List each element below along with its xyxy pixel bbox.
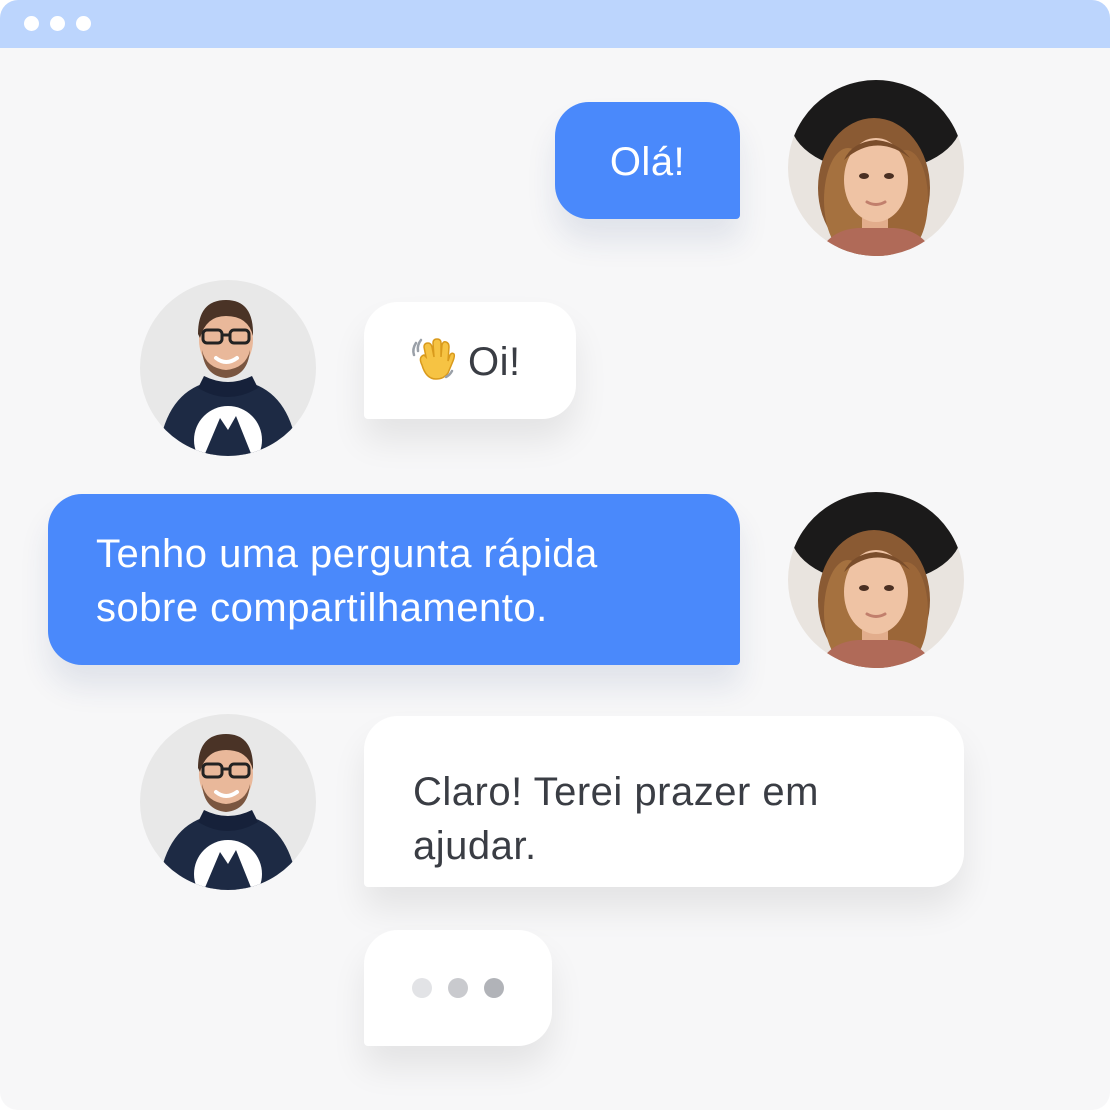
woman-avatar [788,80,964,256]
window-dot[interactable] [24,16,39,31]
window-titlebar [0,0,1110,48]
typing-dot [484,978,504,998]
window-dot[interactable] [50,16,65,31]
chat-window: Olá! Oi! Tenho uma pergunta rápida sobre… [0,0,1110,1110]
incoming-message-bubble: Claro! Terei prazer em ajudar. [364,716,964,887]
message-text-line: Claro! Terei prazer em [413,770,819,814]
incoming-message-bubble: Oi! [364,302,576,419]
message-text: Oi! [468,340,521,384]
man-avatar [140,280,316,456]
typing-dot [412,978,432,998]
typing-dot [448,978,468,998]
outgoing-message-bubble: Olá! [555,102,740,219]
message-text-line: sobre compartilhamento. [96,586,548,630]
message-text-line: Tenho uma pergunta rápida [96,532,598,576]
waving-hand-icon [410,335,456,395]
woman-avatar [788,492,964,668]
outgoing-message-bubble: Tenho uma pergunta rápida sobre comparti… [48,494,740,665]
window-dot[interactable] [76,16,91,31]
message-text: Olá! [609,140,686,184]
message-text-line: ajudar. [413,824,537,868]
man-avatar [140,714,316,890]
typing-indicator [364,930,552,1046]
